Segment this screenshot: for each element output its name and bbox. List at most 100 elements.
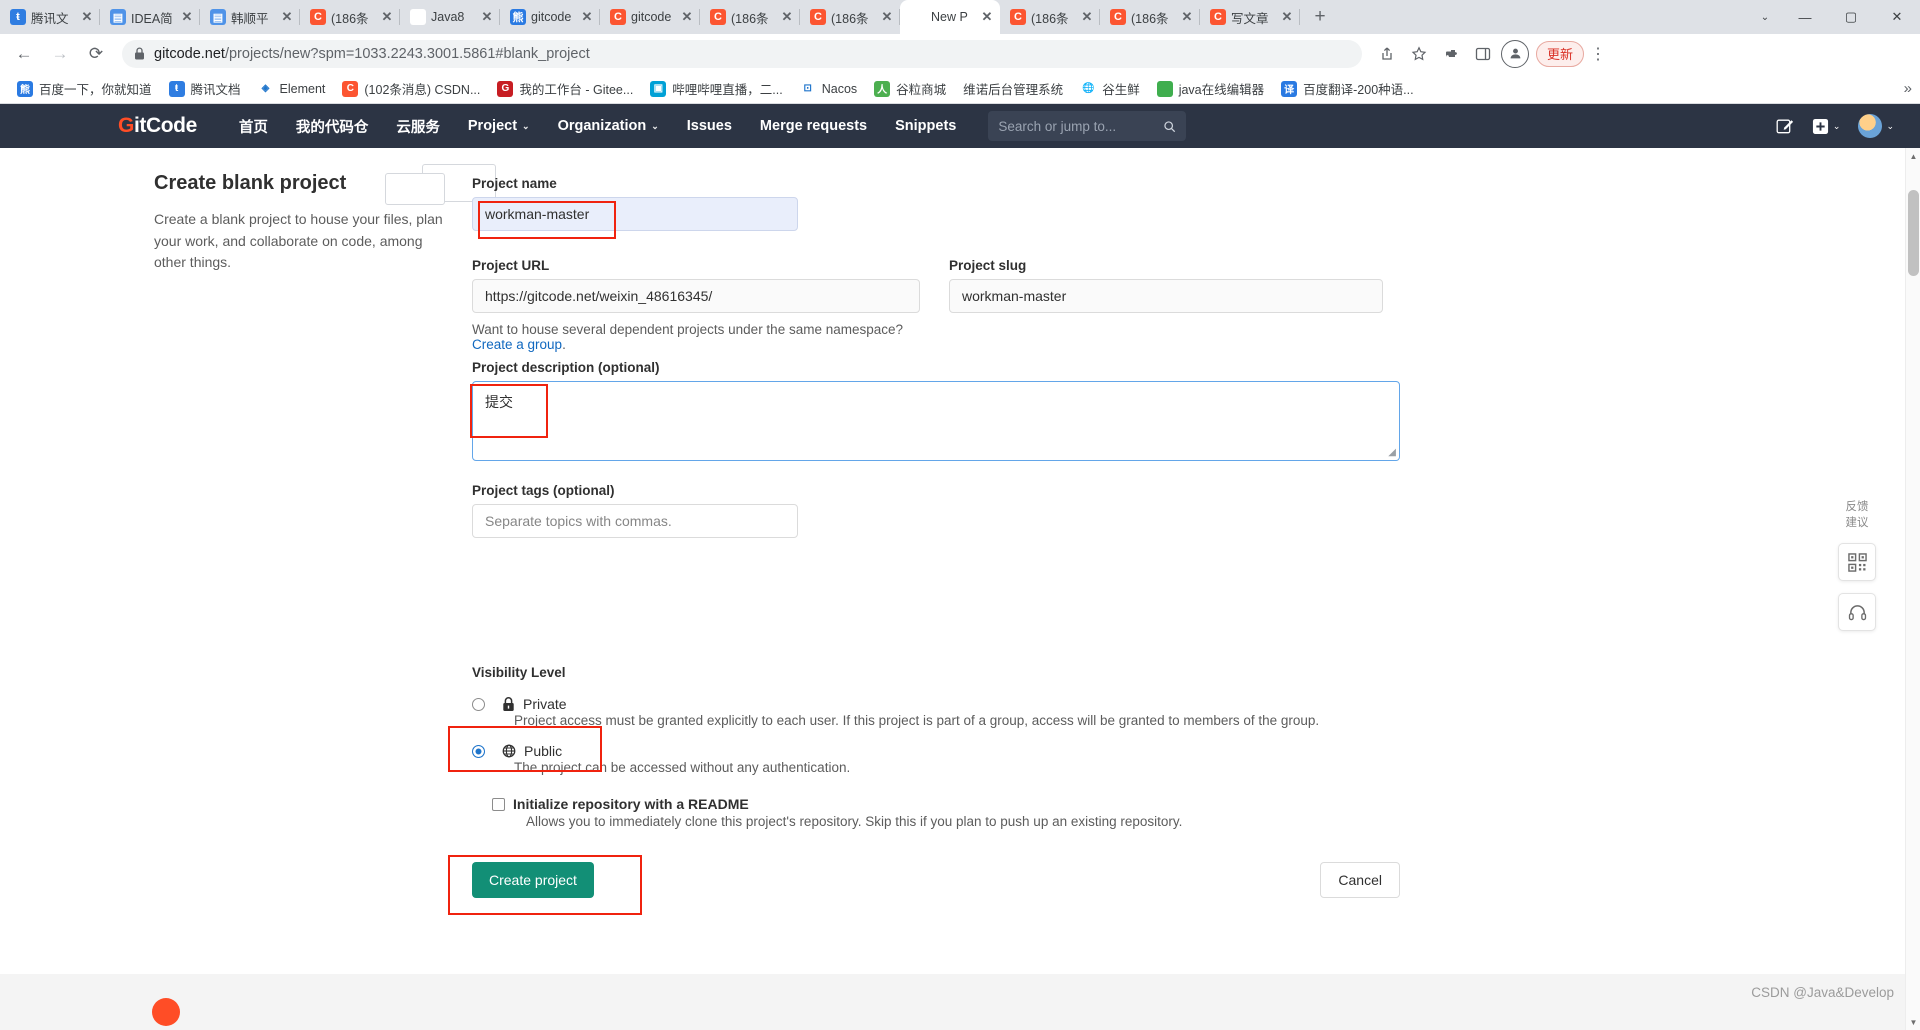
bookmark-item[interactable]: 维诺后台管理系统 bbox=[956, 76, 1070, 101]
project-slug-input[interactable]: workman-master bbox=[949, 279, 1383, 313]
edit-icon[interactable] bbox=[1776, 117, 1794, 135]
reload-button[interactable]: ⟳ bbox=[80, 38, 112, 70]
intro-panel: Create blank project Create a blank proj… bbox=[154, 164, 496, 274]
nav-link-label: Issues bbox=[686, 118, 732, 134]
forward-button[interactable]: → bbox=[44, 38, 76, 70]
nav-link-snippets[interactable]: Snippets bbox=[881, 118, 970, 134]
nav-link-我的代码仓[interactable]: 我的代码仓 bbox=[282, 116, 383, 137]
tab-close-icon[interactable]: ✕ bbox=[1180, 10, 1194, 24]
readme-section[interactable]: Initialize repository with a README Allo… bbox=[492, 796, 1392, 829]
tab-close-icon[interactable]: ✕ bbox=[480, 10, 494, 24]
nav-link-project[interactable]: Project ⌄ bbox=[454, 118, 544, 134]
minimize-button[interactable]: — bbox=[1782, 0, 1828, 34]
visibility-public-title: Public bbox=[524, 743, 563, 759]
tab-close-icon[interactable]: ✕ bbox=[280, 10, 294, 24]
browser-tab[interactable]: C 写文章 ✕ bbox=[1200, 0, 1300, 34]
gitcode-search-box[interactable]: Search or jump to... bbox=[988, 111, 1187, 141]
profile-avatar-icon[interactable] bbox=[1500, 39, 1530, 69]
browser-tab[interactable]: G Java8 ✕ bbox=[400, 0, 500, 34]
browser-tab[interactable]: 熊 gitcode ✕ bbox=[500, 0, 600, 34]
nav-link-label: Snippets bbox=[895, 118, 957, 134]
browser-tab[interactable]: C (186条 ✕ bbox=[800, 0, 900, 34]
project-description-textarea[interactable]: 提交 ◢ bbox=[472, 381, 1400, 461]
visibility-option-private[interactable]: Private Project access must be granted e… bbox=[472, 696, 1400, 728]
bookmark-item[interactable]: ▣ 哔哩哔哩直播，二... bbox=[643, 76, 789, 101]
browser-tab[interactable]: ŧ 腾讯文 ✕ bbox=[0, 0, 100, 34]
browser-tab[interactable]: G New P ✕ bbox=[900, 0, 1000, 34]
nav-link-issues[interactable]: Issues bbox=[673, 118, 746, 134]
tencent-favicon: ŧ bbox=[10, 9, 26, 25]
update-button[interactable]: 更新 bbox=[1536, 40, 1585, 67]
bookmark-item[interactable]: ŧ 腾讯文档 bbox=[162, 76, 248, 101]
tab-close-icon[interactable]: ✕ bbox=[580, 10, 594, 24]
tab-close-icon[interactable]: ✕ bbox=[780, 10, 794, 24]
gitcode-logo[interactable]: GitCode bbox=[118, 114, 197, 138]
nav-link-merge-requests[interactable]: Merge requests bbox=[746, 118, 881, 134]
vertical-scrollbar[interactable]: ▲ ▼ bbox=[1905, 148, 1920, 1030]
tab-close-icon[interactable]: ✕ bbox=[680, 10, 694, 24]
qr-code-button[interactable] bbox=[1838, 543, 1876, 582]
scroll-up-arrow-icon[interactable]: ▲ bbox=[1906, 148, 1920, 164]
namespace-hint-text: Want to house several dependent projects… bbox=[472, 322, 904, 337]
nav-link-云服务[interactable]: 云服务 bbox=[382, 116, 454, 137]
bookmarks-overflow-icon[interactable]: » bbox=[1904, 80, 1912, 97]
readme-checkbox[interactable] bbox=[492, 797, 505, 811]
share-icon[interactable] bbox=[1372, 39, 1402, 69]
browser-tab[interactable]: ▤ 韩顺平 ✕ bbox=[200, 0, 300, 34]
new-tab-button[interactable]: + bbox=[1306, 3, 1334, 31]
chrome-menu-button[interactable]: ⋮ bbox=[1586, 39, 1610, 69]
bookmark-item[interactable]: 译百度翻译-200种语... bbox=[1274, 76, 1420, 101]
tab-search-caret-icon[interactable]: ⌄ bbox=[1748, 0, 1782, 34]
browser-tab[interactable]: ▤ IDEA简 ✕ bbox=[100, 0, 200, 34]
project-name-input[interactable]: workman-master bbox=[472, 197, 798, 231]
close-window-button[interactable]: ✕ bbox=[1874, 0, 1920, 34]
scroll-down-arrow-icon[interactable]: ▼ bbox=[1906, 1014, 1920, 1030]
plus-box-button[interactable]: ⌄ bbox=[1812, 118, 1840, 135]
tab-close-icon[interactable]: ✕ bbox=[880, 10, 894, 24]
bookmark-item[interactable]: 🌐 谷生鲜 bbox=[1073, 76, 1147, 101]
radio-private[interactable] bbox=[472, 697, 485, 711]
scrollbar-thumb[interactable] bbox=[1908, 190, 1919, 276]
browser-tab[interactable]: C (186条 ✕ bbox=[1100, 0, 1200, 34]
resize-handle-icon[interactable]: ◢ bbox=[1388, 447, 1396, 458]
feedback-label[interactable]: 反馈 建议 bbox=[1846, 500, 1869, 531]
bookmark-item[interactable]: C (102条消息) CSDN... bbox=[335, 76, 487, 101]
tab-close-icon[interactable]: ✕ bbox=[380, 10, 394, 24]
project-tags-input[interactable]: Separate topics with commas. bbox=[472, 504, 798, 538]
bookmark-item[interactable]: 人谷粒商城 bbox=[867, 76, 953, 101]
project-url-input[interactable]: https://gitcode.net/weixin_48616345/ bbox=[472, 279, 920, 313]
nav-link-organization[interactable]: Organization ⌄ bbox=[544, 118, 673, 134]
back-button[interactable]: ← bbox=[8, 38, 40, 70]
visibility-option-public[interactable]: Public The project can be accessed witho… bbox=[472, 743, 1400, 775]
browser-tab[interactable]: C (186条 ✕ bbox=[300, 0, 400, 34]
bookmark-item[interactable]: 熊百度一下，你就知道 bbox=[10, 76, 159, 101]
bookmark-item[interactable]: ⊡ Nacos bbox=[793, 78, 864, 100]
tab-close-icon[interactable]: ✕ bbox=[980, 10, 994, 24]
bookmark-item[interactable]: ◈ Element bbox=[251, 78, 333, 100]
browser-tab[interactable]: C (186条 ✕ bbox=[700, 0, 800, 34]
nav-link-首页[interactable]: 首页 bbox=[225, 116, 282, 137]
nav-link-label: Organization bbox=[557, 118, 647, 134]
browser-tab[interactable]: C (186条 ✕ bbox=[1000, 0, 1100, 34]
sidepanel-icon[interactable] bbox=[1468, 39, 1498, 69]
tab-close-icon[interactable]: ✕ bbox=[1280, 10, 1294, 24]
bookmark-star-icon[interactable] bbox=[1404, 39, 1434, 69]
bookmark-item[interactable]: java在线编辑器 bbox=[1150, 76, 1271, 101]
tab-label: gitcode bbox=[531, 10, 572, 24]
user-avatar-menu[interactable]: ⌄ bbox=[1858, 114, 1894, 138]
radio-public[interactable] bbox=[472, 744, 485, 758]
bookmark-label: 腾讯文档 bbox=[190, 83, 241, 97]
maximize-button[interactable]: ▢ bbox=[1828, 0, 1874, 34]
tab-label: 腾讯文 bbox=[31, 11, 69, 26]
create-a-group-link[interactable]: Create a group bbox=[472, 337, 562, 352]
tab-close-icon[interactable]: ✕ bbox=[1080, 10, 1094, 24]
cancel-button[interactable]: Cancel bbox=[1320, 862, 1400, 898]
address-bar[interactable]: gitcode.net/projects/new?spm=1033.2243.3… bbox=[122, 39, 1362, 68]
tab-close-icon[interactable]: ✕ bbox=[80, 10, 94, 24]
create-project-button[interactable]: Create project bbox=[472, 862, 594, 898]
tab-close-icon[interactable]: ✕ bbox=[180, 10, 194, 24]
support-button[interactable] bbox=[1838, 593, 1876, 632]
browser-tab[interactable]: Cgitcode ✕ bbox=[600, 0, 700, 34]
extensions-puzzle-icon[interactable] bbox=[1436, 39, 1466, 69]
bookmark-item[interactable]: G 我的工作台 - Gitee... bbox=[490, 76, 640, 101]
